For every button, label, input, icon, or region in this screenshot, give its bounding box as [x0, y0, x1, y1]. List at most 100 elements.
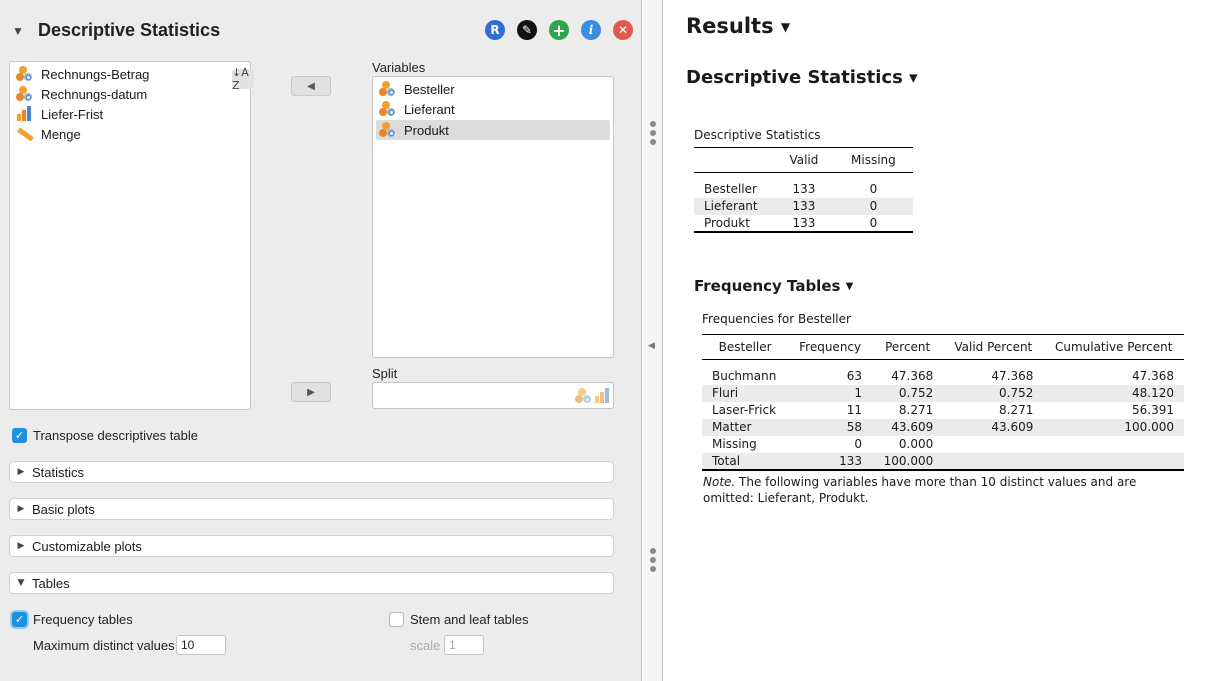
freq-header-cumulative-percent: Cumulative Percent [1043, 334, 1184, 360]
desc-header-missing: Missing [833, 147, 913, 173]
transpose-checkbox[interactable]: ✓ [12, 428, 27, 443]
cell-cumulative-percent: 48.120 [1043, 384, 1184, 402]
source-var-label: Menge [41, 126, 81, 142]
nominal-variable-icon [16, 86, 34, 102]
source-var-label: Liefer-Frist [41, 106, 104, 122]
descriptive-statistics-table: Valid Missing Besteller 133 0 Lieferant … [694, 147, 913, 233]
split-target-list[interactable] [372, 382, 614, 409]
row-label: Produkt [704, 215, 750, 230]
info-button[interactable]: i [581, 20, 601, 40]
source-var-menge[interactable]: Menge [16, 124, 81, 144]
split-box-label: Split [372, 366, 398, 381]
cell-percent: 100.000 [872, 452, 944, 470]
checkmark-icon: ✓ [14, 613, 25, 626]
source-var-rechnungs-betrag[interactable]: Rechnungs-Betrag [16, 64, 149, 84]
frequency-tables-checkbox[interactable]: ✓ [10, 610, 29, 629]
stem-leaf-checkbox[interactable] [389, 612, 404, 627]
section-menu-icon[interactable]: ▼ [909, 72, 917, 85]
source-var-rechnungs-datum[interactable]: Rechnungs-datum [16, 84, 147, 104]
section-statistics[interactable]: ▶ Statistics [9, 461, 614, 483]
ordinal-allowed-icon [594, 388, 612, 404]
frequency-table: Besteller Frequency Percent Valid Percen… [702, 334, 1184, 471]
arrow-right-icon: ▶ [307, 386, 315, 398]
expand-triangle-icon: ▶ [17, 504, 25, 514]
analysis-title: Descriptive Statistics [38, 20, 221, 40]
results-section-title-text: Descriptive Statistics [686, 67, 903, 88]
cell-cumulative-percent [1043, 436, 1184, 453]
section-label: Statistics [32, 464, 85, 480]
scale-input[interactable]: 1 [444, 635, 484, 655]
freq-menu-icon[interactable]: ▼ [846, 281, 854, 292]
note-label: Note. [703, 475, 736, 489]
cell-valid-percent: 0.752 [943, 384, 1044, 402]
ordinal-variable-icon [16, 106, 34, 122]
cell-valid-percent: 8.271 [999, 403, 1034, 417]
target-var-produkt[interactable]: Produkt [376, 120, 610, 140]
sort-variables-button[interactable]: ↓A Z [232, 66, 254, 92]
results-title[interactable]: Results ▼ [686, 14, 790, 38]
variables-box-label: Variables [372, 60, 426, 75]
transpose-label: Transpose descriptives table [33, 428, 198, 443]
expand-triangle-icon: ▶ [17, 541, 25, 551]
collapse-analysis-icon[interactable]: ▼ [12, 24, 24, 38]
max-distinct-label: Maximum distinct values [33, 638, 175, 653]
results-menu-icon[interactable]: ▼ [781, 20, 790, 34]
freq-header-percent: Percent [872, 334, 944, 360]
plus-icon: + [552, 20, 566, 40]
panel-splitter[interactable]: ◀ [643, 0, 663, 681]
row-label: Lieferant [694, 197, 774, 215]
desc-header-valid: Valid [774, 147, 834, 173]
cell-frequency: 133 [788, 452, 873, 470]
section-label: Customizable plots [32, 538, 142, 554]
source-variables-list[interactable]: Rechnungs-Betrag Rechnungs-datum Liefer-… [9, 61, 254, 410]
frequency-tables-title-text: Frequency Tables [694, 277, 841, 295]
cell-frequency: 58 [788, 418, 873, 436]
nominal-allowed-icon [575, 388, 593, 404]
move-split-button[interactable]: ▶ [291, 382, 331, 402]
desc-header-blank [694, 147, 774, 173]
target-var-lieferant[interactable]: Lieferant [376, 99, 604, 119]
edit-title-button[interactable]: ✎ [517, 20, 537, 40]
frequency-tables-title[interactable]: Frequency Tables ▼ [694, 277, 853, 295]
remove-analysis-button[interactable]: ✕ [613, 20, 633, 40]
cell-valid-percent [943, 452, 1044, 470]
drag-handle-bottom-icon[interactable] [650, 548, 656, 575]
checkmark-icon: ✓ [14, 429, 25, 442]
collapse-panel-arrow-icon[interactable]: ◀ [648, 341, 655, 351]
sort-icon: ↓A Z [232, 66, 249, 92]
target-var-label: Lieferant [404, 101, 455, 117]
cell-valid: 133 [792, 182, 816, 196]
section-tables[interactable]: ▼ Tables [9, 572, 614, 594]
source-var-liefer-frist[interactable]: Liefer-Frist [16, 104, 103, 124]
row-label: Buchmann [712, 369, 777, 383]
duplicate-analysis-button[interactable]: + [549, 20, 569, 40]
table-row: Fluri 1 0.752 0.752 48.120 [702, 384, 1184, 402]
variables-target-list[interactable]: Besteller Lieferant Produkt [372, 76, 614, 358]
section-basic-plots[interactable]: ▶ Basic plots [9, 498, 614, 520]
table-row: Total 133 100.000 [702, 452, 1184, 470]
cell-percent: 47.368 [891, 369, 934, 383]
cell-missing: 0 [869, 182, 878, 196]
results-section-title[interactable]: Descriptive Statistics ▼ [686, 67, 918, 88]
target-var-besteller[interactable]: Besteller [376, 79, 604, 99]
collapse-triangle-icon: ▼ [17, 578, 25, 588]
row-label: Fluri [702, 384, 789, 402]
scale-variable-icon [16, 126, 34, 142]
frequency-tables-label: Frequency tables [33, 612, 133, 627]
table-footnote: Note. The following variables have more … [703, 474, 1183, 506]
drag-handle-top-icon[interactable] [650, 121, 656, 148]
cell-frequency: 11 [846, 403, 863, 417]
row-label: Matter [702, 418, 789, 436]
max-distinct-input[interactable]: 10 [176, 635, 226, 655]
desc-table-caption: Descriptive Statistics [694, 128, 821, 142]
cell-percent: 8.271 [898, 403, 934, 417]
section-customizable-plots[interactable]: ▶ Customizable plots [9, 535, 614, 557]
r-syntax-button[interactable]: R [485, 20, 505, 40]
cell-valid-percent [943, 436, 1043, 453]
pencil-icon: ✎ [521, 23, 533, 37]
move-variables-button[interactable]: ◀ [291, 76, 331, 96]
results-panel: Results ▼ Descriptive Statistics ▼ Descr… [664, 0, 1210, 681]
table-row: Buchmann 63 47.368 47.368 47.368 [702, 368, 1184, 385]
analysis-options-panel: ▼ Descriptive Statistics R ✎ + i ✕ Rechn… [0, 0, 642, 681]
row-label: Total [702, 452, 789, 470]
